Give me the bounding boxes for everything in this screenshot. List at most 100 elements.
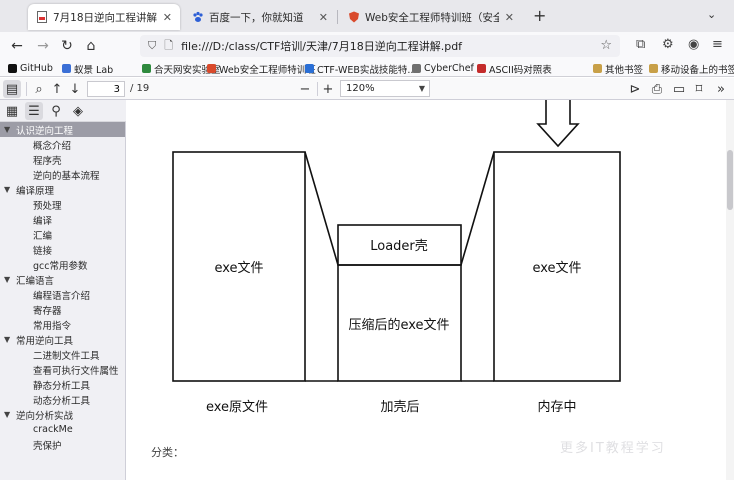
sidebar-toggle-icon[interactable]: ▤ bbox=[3, 80, 21, 98]
outline-label: 概念介绍 bbox=[33, 140, 72, 152]
expand-triangle-icon[interactable]: ▼ bbox=[4, 185, 16, 194]
bookmark-favicon-icon bbox=[305, 64, 314, 73]
outline-section[interactable]: ▼ 认识逆向工程 bbox=[0, 122, 125, 137]
presentation-icon[interactable]: ⊳ bbox=[626, 80, 644, 98]
folder-icon bbox=[593, 64, 602, 73]
outline-item[interactable]: 汇编 bbox=[0, 227, 125, 242]
bookmark-icon[interactable]: ⌑ bbox=[690, 80, 708, 98]
zoom-in-button[interactable]: + bbox=[319, 80, 337, 98]
url-input[interactable] bbox=[181, 39, 562, 53]
list-tabs-icon[interactable]: ⌄ bbox=[707, 8, 716, 21]
outline-section[interactable]: ▼ 汇编语言 bbox=[0, 272, 125, 287]
bookmark-favicon-icon bbox=[8, 64, 17, 73]
thumbnails-icon[interactable]: ▦ bbox=[3, 102, 21, 120]
bookmark-label: 蚁景 Lab bbox=[74, 64, 114, 76]
document-outline: ▼ 认识逆向工程 概念介绍 程序壳 逆向的基本流程 ▼ 编译原理 预处理 编译 汇编 链接 gcc常用… bbox=[0, 122, 126, 480]
caption-packed: 加壳后 bbox=[380, 400, 419, 415]
address-bar[interactable]: ⛉ 🗋 ☆ bbox=[140, 35, 620, 57]
reader-icon[interactable]: ⚙ bbox=[662, 37, 674, 52]
tab-pdf[interactable]: 7月18日逆向工程讲解.pdf ✕ bbox=[28, 4, 180, 30]
outline-label: 动态分析工具 bbox=[33, 395, 91, 407]
extension-icon[interactable]: ⧉ bbox=[636, 37, 645, 52]
expand-triangle-icon[interactable]: ▼ bbox=[4, 125, 16, 134]
outline-label: 编译 bbox=[33, 215, 53, 227]
save-icon[interactable]: ▭ bbox=[670, 80, 688, 98]
bookmark-item[interactable]: CyberChef bbox=[412, 61, 474, 76]
folder-icon bbox=[649, 64, 658, 73]
previous-page-button[interactable]: ↑ bbox=[48, 80, 66, 98]
outline-item[interactable]: 编程语言介绍 bbox=[0, 287, 125, 302]
outline-item[interactable]: 寄存器 bbox=[0, 302, 125, 317]
forward-button[interactable]: → bbox=[34, 37, 52, 55]
outline-label: 常用逆向工具 bbox=[16, 335, 74, 347]
pdf-file-icon bbox=[37, 11, 47, 23]
close-icon[interactable]: ✕ bbox=[505, 11, 514, 24]
bookmark-favicon-icon bbox=[207, 64, 216, 73]
layers-icon[interactable]: ◈ bbox=[69, 102, 87, 120]
bookmark-item[interactable]: ASCII码对照表 bbox=[477, 61, 552, 76]
outline-item[interactable]: 链接 bbox=[0, 242, 125, 257]
outline-label: 常用指令 bbox=[33, 320, 72, 332]
outline-label: 静态分析工具 bbox=[33, 380, 91, 392]
tools-menu-icon[interactable]: » bbox=[712, 80, 730, 98]
home-button[interactable]: ⌂ bbox=[82, 37, 100, 55]
expand-triangle-icon[interactable]: ▼ bbox=[4, 275, 16, 284]
back-button[interactable]: ← bbox=[8, 37, 26, 55]
bookmark-item[interactable]: Web安全工程师特训班 bbox=[207, 61, 316, 76]
outline-item[interactable]: gcc常用参数 bbox=[0, 257, 125, 272]
outline-item[interactable]: 二进制文件工具 bbox=[0, 347, 125, 362]
bookmark-item[interactable]: CTF-WEB实战技能特... bbox=[305, 61, 416, 76]
outline-item[interactable]: 编译 bbox=[0, 212, 125, 227]
zoom-select[interactable]: 120% ▼ bbox=[340, 80, 430, 97]
bookmark-label: ASCII码对照表 bbox=[489, 64, 552, 76]
outline-item[interactable]: 查看可执行文件属性 bbox=[0, 362, 125, 377]
outline-label: 程序壳 bbox=[33, 155, 62, 167]
bookmark-star-icon[interactable]: ☆ bbox=[600, 38, 612, 53]
baidu-paw-icon bbox=[193, 11, 203, 22]
outline-item[interactable]: 壳保护 bbox=[0, 437, 125, 452]
scrollbar-thumb[interactable] bbox=[727, 150, 733, 210]
tab-web-security[interactable]: Web安全工程师特训班（安全 ✕ bbox=[340, 4, 522, 30]
bookmark-label: CyberChef bbox=[424, 63, 474, 74]
bookmark-item[interactable]: 蚁景 Lab bbox=[62, 61, 113, 76]
tab-label: 百度一下，你就知道 bbox=[209, 11, 304, 24]
zoom-out-button[interactable]: − bbox=[296, 80, 314, 98]
outline-section[interactable]: ▼ 常用逆向工具 bbox=[0, 332, 125, 347]
attachments-icon[interactable]: ⚲ bbox=[47, 102, 65, 120]
expand-triangle-icon[interactable]: ▼ bbox=[4, 335, 16, 344]
outline-section[interactable]: ▼ 逆向分析实战 bbox=[0, 407, 125, 422]
new-tab-button[interactable]: + bbox=[533, 6, 546, 25]
bookmark-item[interactable]: 移动设备上的书签 bbox=[649, 61, 734, 76]
caption-memory: 内存中 bbox=[537, 399, 576, 415]
find-icon[interactable]: ⌕ bbox=[30, 80, 48, 98]
outline-item[interactable]: 程序壳 bbox=[0, 152, 125, 167]
menu-icon[interactable]: ≡ bbox=[712, 37, 723, 52]
bookmark-item[interactable]: GitHub bbox=[8, 61, 53, 76]
outline-item[interactable]: 预处理 bbox=[0, 197, 125, 212]
tab-strip: 7月18日逆向工程讲解.pdf ✕ 百度一下，你就知道 ✕ Web安全工程师特训… bbox=[0, 0, 734, 32]
loader-shell-label: Loader壳 bbox=[370, 239, 428, 254]
page-number-input[interactable] bbox=[87, 81, 125, 97]
close-icon[interactable]: ✕ bbox=[163, 11, 172, 24]
outline-icon[interactable]: ☰ bbox=[25, 102, 43, 120]
reload-button[interactable]: ↻ bbox=[58, 37, 76, 55]
outline-item[interactable]: 概念介绍 bbox=[0, 137, 125, 152]
tab-baidu[interactable]: 百度一下，你就知道 ✕ bbox=[184, 4, 336, 30]
outline-label: 认识逆向工程 bbox=[16, 125, 74, 137]
print-icon[interactable]: ⎙ bbox=[648, 80, 666, 98]
outline-label: 汇编语言 bbox=[16, 275, 55, 287]
outline-item[interactable]: 常用指令 bbox=[0, 317, 125, 332]
outline-item[interactable]: crackMe bbox=[0, 422, 125, 437]
outline-item[interactable]: 静态分析工具 bbox=[0, 377, 125, 392]
expand-triangle-icon[interactable]: ▼ bbox=[4, 410, 16, 419]
navigation-bar: ← → ↻ ⌂ ⛉ 🗋 ☆ ⧉ ⚙ ◉ ≡ bbox=[0, 32, 734, 60]
compressed-exe-label: 压缩后的exe文件 bbox=[348, 317, 449, 333]
next-page-button[interactable]: ↓ bbox=[66, 80, 84, 98]
outline-item[interactable]: 动态分析工具 bbox=[0, 392, 125, 407]
outline-item[interactable]: 逆向的基本流程 bbox=[0, 167, 125, 182]
close-icon[interactable]: ✕ bbox=[319, 11, 328, 24]
outline-label: gcc常用参数 bbox=[33, 260, 88, 272]
bookmark-item[interactable]: 其他书签 bbox=[593, 61, 643, 76]
outline-section[interactable]: ▼ 编译原理 bbox=[0, 182, 125, 197]
account-icon[interactable]: ◉ bbox=[688, 37, 699, 52]
